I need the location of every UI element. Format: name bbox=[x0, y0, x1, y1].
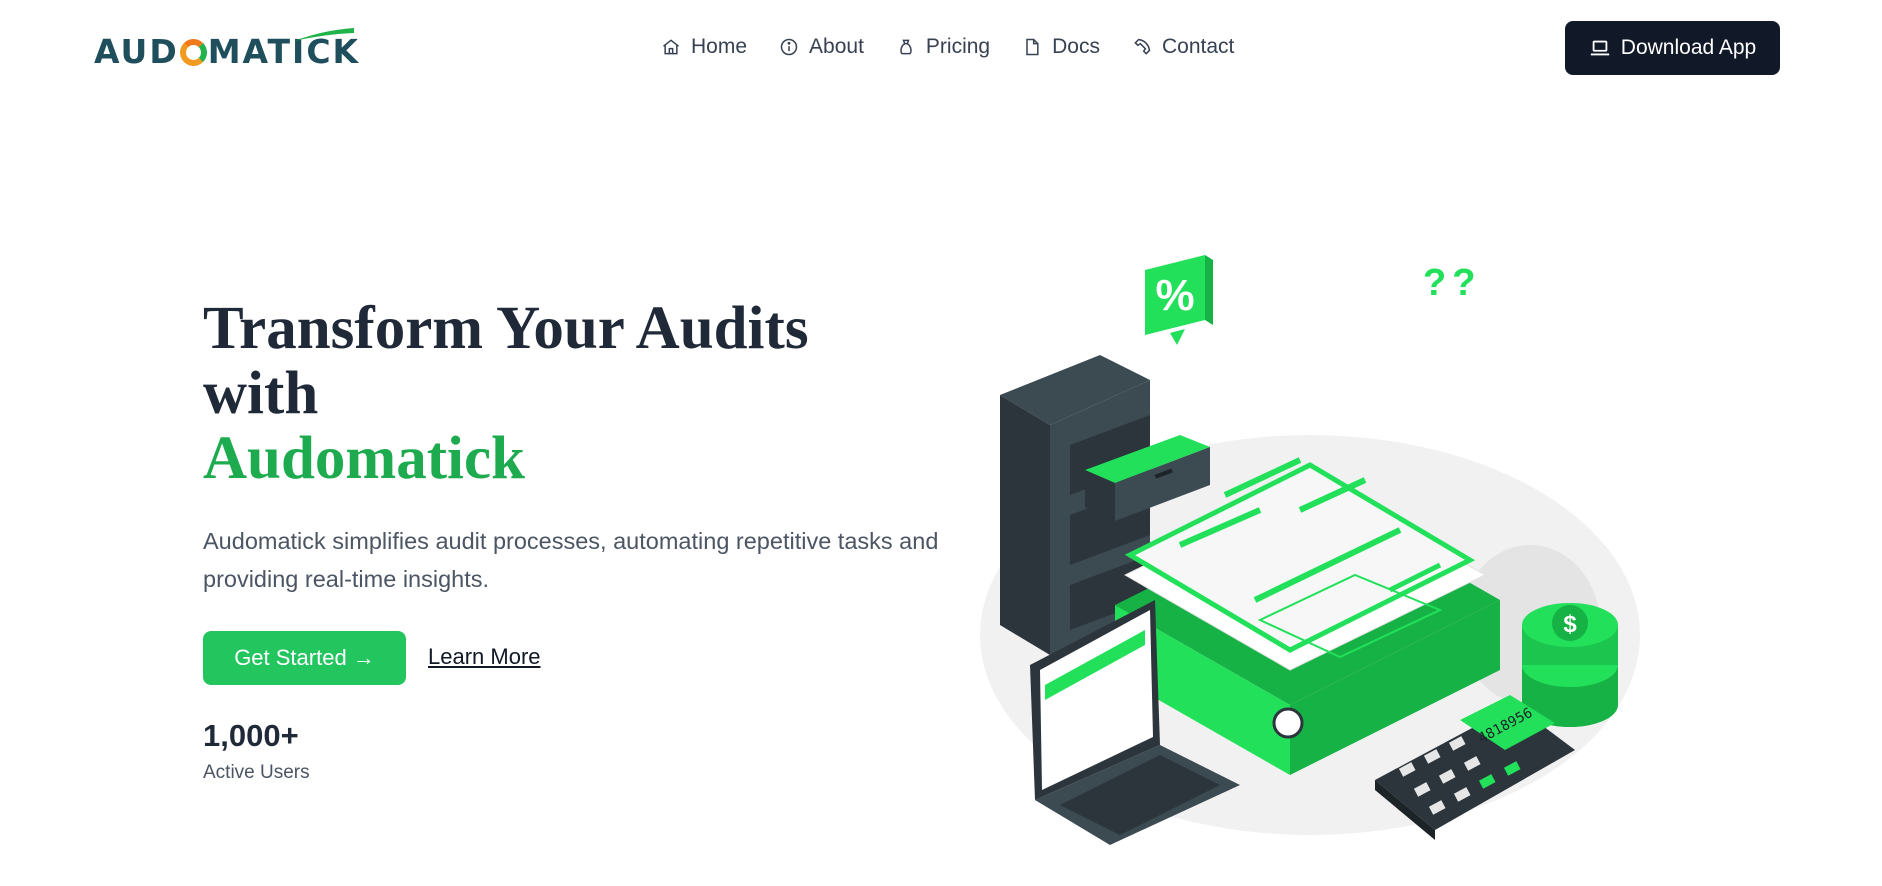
hero-title: Transform Your Audits with Audomatick bbox=[203, 296, 923, 491]
learn-more-link[interactable]: Learn More bbox=[428, 644, 541, 670]
money-bag-icon bbox=[900, 39, 912, 55]
nav-item-contact[interactable]: Contact bbox=[1132, 32, 1234, 62]
coin-stack: $ bbox=[1522, 603, 1618, 727]
nav-label: Contact bbox=[1161, 35, 1235, 58]
percent-badge: % bbox=[1145, 255, 1213, 345]
nav-item-docs[interactable]: Docs bbox=[1022, 32, 1100, 62]
logo-swoosh-icon bbox=[294, 28, 354, 41]
download-label: Download App bbox=[1620, 36, 1757, 59]
stat-label: Active Users bbox=[203, 762, 310, 783]
site-header: AUD MATICK Home About Pricing Docs Conta… bbox=[0, 0, 1882, 94]
hero-illustration: % ?? $ 4818956 bbox=[980, 255, 1640, 845]
get-started-button[interactable]: Get Started → bbox=[203, 631, 406, 685]
laptop-icon bbox=[1590, 40, 1609, 56]
download-app-button[interactable]: Download App bbox=[1565, 21, 1780, 75]
percent-symbol: % bbox=[1155, 271, 1194, 320]
hero-description: Audomatick simplifies audit processes, a… bbox=[203, 528, 939, 592]
hero-title-line2: with bbox=[203, 360, 319, 427]
hero-title-accent: Audomatick bbox=[203, 425, 525, 492]
coin-symbol: $ bbox=[1563, 611, 1577, 638]
nav-label: Docs bbox=[1052, 35, 1100, 58]
info-icon bbox=[780, 38, 798, 56]
home-icon bbox=[663, 39, 679, 55]
nav-label: Home bbox=[691, 35, 748, 58]
question-marks: ?? bbox=[1423, 262, 1481, 304]
phone-icon bbox=[1134, 38, 1151, 55]
nav-label: About bbox=[809, 35, 864, 58]
nav-label: Pricing bbox=[925, 35, 991, 58]
nav-item-home[interactable]: Home bbox=[661, 32, 747, 62]
nav-item-pricing[interactable]: Pricing bbox=[896, 32, 990, 62]
main-nav: Home About Pricing Docs Contact bbox=[661, 32, 1266, 62]
brand-logo[interactable]: AUD MATICK bbox=[94, 26, 358, 70]
document-icon bbox=[1026, 38, 1039, 56]
nav-item-about[interactable]: About bbox=[779, 32, 864, 62]
hero-title-line1: Transform Your Audits bbox=[203, 295, 809, 362]
stat-value: 1,000+ bbox=[203, 718, 299, 753]
